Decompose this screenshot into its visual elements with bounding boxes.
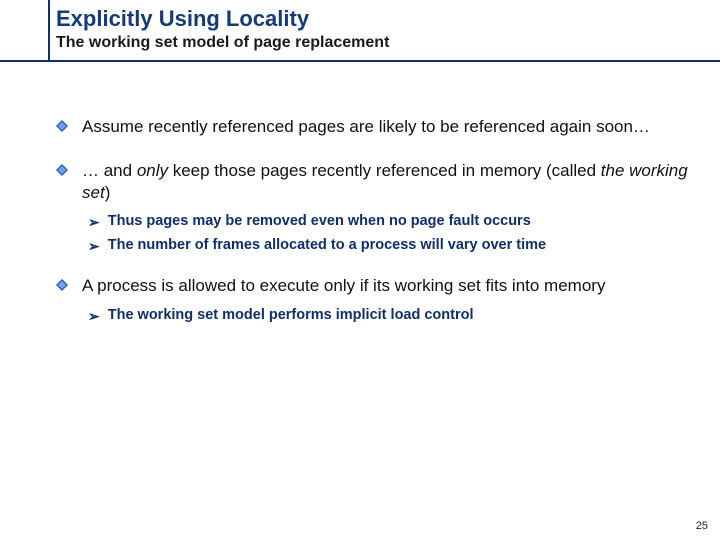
diamond-bullet-icon (56, 279, 68, 291)
bullet-item: … and only keep those pages recently ref… (56, 160, 688, 204)
slide-subtitle: The working set model of page replacemen… (56, 34, 720, 52)
chevron-right-icon: ➢ (88, 214, 100, 231)
bullet-group: … and only keep those pages recently ref… (56, 160, 688, 255)
bullet-group: A process is allowed to execute only if … (56, 275, 688, 325)
slide-header: Explicitly Using Locality The working se… (0, 0, 720, 52)
page-number: 25 (696, 520, 708, 532)
sub-bullet-text: The number of frames allocated to a proc… (108, 236, 546, 256)
slide: Explicitly Using Locality The working se… (0, 0, 720, 540)
text-emphasis: only (137, 161, 168, 180)
text-fragment: ) (105, 183, 111, 202)
sub-bullet-item: ➢ The number of frames allocated to a pr… (88, 236, 688, 256)
text-fragment: … and (82, 161, 137, 180)
sub-bullet-text: The working set model performs implicit … (108, 306, 474, 326)
chevron-right-icon: ➢ (88, 238, 100, 255)
bullet-text: … and only keep those pages recently ref… (82, 160, 688, 204)
diamond-bullet-icon (56, 164, 68, 176)
sub-bullet-text: Thus pages may be removed even when no p… (108, 212, 531, 232)
slide-title: Explicitly Using Locality (56, 6, 720, 32)
diamond-bullet-icon (56, 120, 68, 132)
bullet-item: A process is allowed to execute only if … (56, 275, 688, 297)
bullet-text: A process is allowed to execute only if … (82, 275, 605, 297)
sub-bullet-item: ➢ The working set model performs implici… (88, 306, 688, 326)
slide-body: Assume recently referenced pages are lik… (56, 116, 688, 345)
chevron-right-icon: ➢ (88, 308, 100, 325)
horizontal-rule (0, 60, 720, 62)
bullet-text: Assume recently referenced pages are lik… (82, 116, 650, 138)
sub-bullet-item: ➢ Thus pages may be removed even when no… (88, 212, 688, 232)
text-fragment: keep those pages recently referenced in … (168, 161, 601, 180)
bullet-item: Assume recently referenced pages are lik… (56, 116, 688, 138)
